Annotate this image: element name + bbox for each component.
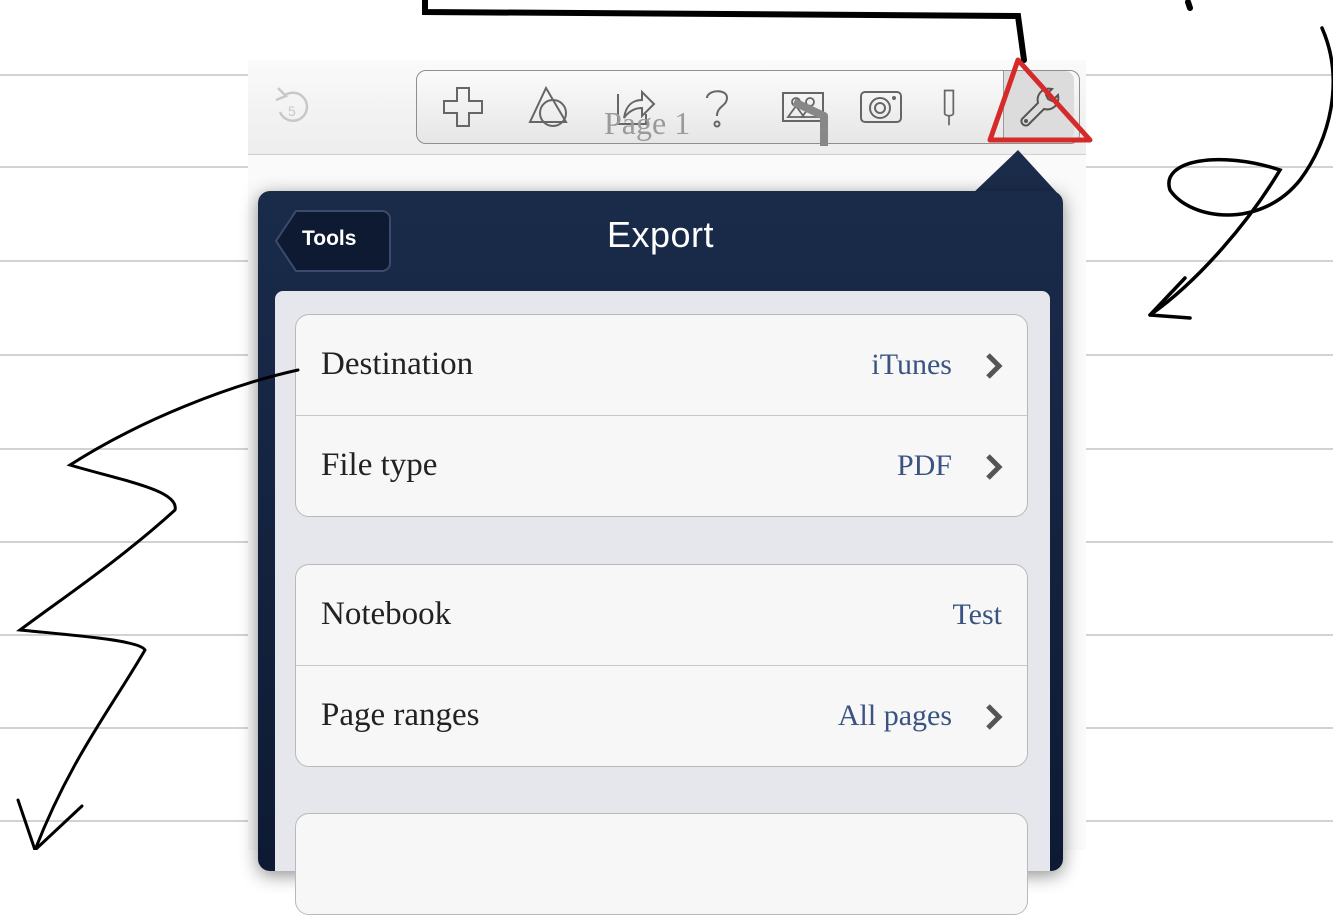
row-value: iTunes	[871, 348, 952, 381]
plus-icon	[443, 87, 483, 127]
file-type-row[interactable]: File type PDF	[296, 416, 1027, 516]
add-button[interactable]	[435, 79, 491, 135]
export-settings-list: Destination iTunes File type PDF Noteboo…	[275, 291, 1050, 915]
chevron-right-icon	[986, 353, 1003, 379]
notebook-row[interactable]: Notebook Test	[296, 565, 1027, 666]
popover-arrow	[970, 150, 1060, 196]
page-number-label: Page 1	[604, 105, 691, 141]
camera-button[interactable]	[853, 79, 909, 135]
settings-group: Destination iTunes File type PDF	[295, 314, 1028, 517]
help-icon	[706, 90, 729, 128]
settings-group-partial	[295, 813, 1028, 915]
row-value: PDF	[896, 449, 952, 482]
shapes-button[interactable]	[521, 79, 577, 135]
back-button-label: Tools	[302, 227, 357, 250]
row-label: File type	[321, 447, 438, 483]
camera-icon	[860, 91, 902, 123]
popover-title: Export	[606, 214, 715, 255]
back-button[interactable]: Tools	[274, 209, 391, 273]
undo-button[interactable]: 5	[268, 76, 316, 136]
undo-icon: 5	[275, 87, 309, 122]
row-value: Test	[952, 598, 1002, 631]
svg-text:5: 5	[288, 103, 296, 119]
row-label: Page ranges	[321, 697, 480, 733]
help-button[interactable]	[689, 79, 745, 135]
page-curl-icon	[792, 98, 828, 146]
page-ranges-row[interactable]: Page ranges All pages	[296, 666, 1027, 766]
export-popover: Export Tools Destination iTunes File typ…	[258, 191, 1063, 915]
row-label: Destination	[321, 346, 474, 382]
wrench-icon	[1020, 87, 1060, 127]
destination-row[interactable]: Destination iTunes	[296, 315, 1027, 416]
microphone-button[interactable]	[929, 79, 969, 135]
microphone-icon	[943, 89, 955, 126]
chevron-right-icon	[986, 454, 1003, 480]
tool-group	[416, 70, 1080, 144]
settings-group: Notebook Test Page ranges All pages	[295, 564, 1028, 767]
settings-button[interactable]	[1003, 71, 1074, 141]
chevron-right-icon	[986, 704, 1003, 730]
shapes-icon	[528, 85, 568, 127]
row-value: All pages	[837, 699, 952, 732]
row-label: Notebook	[321, 596, 452, 632]
